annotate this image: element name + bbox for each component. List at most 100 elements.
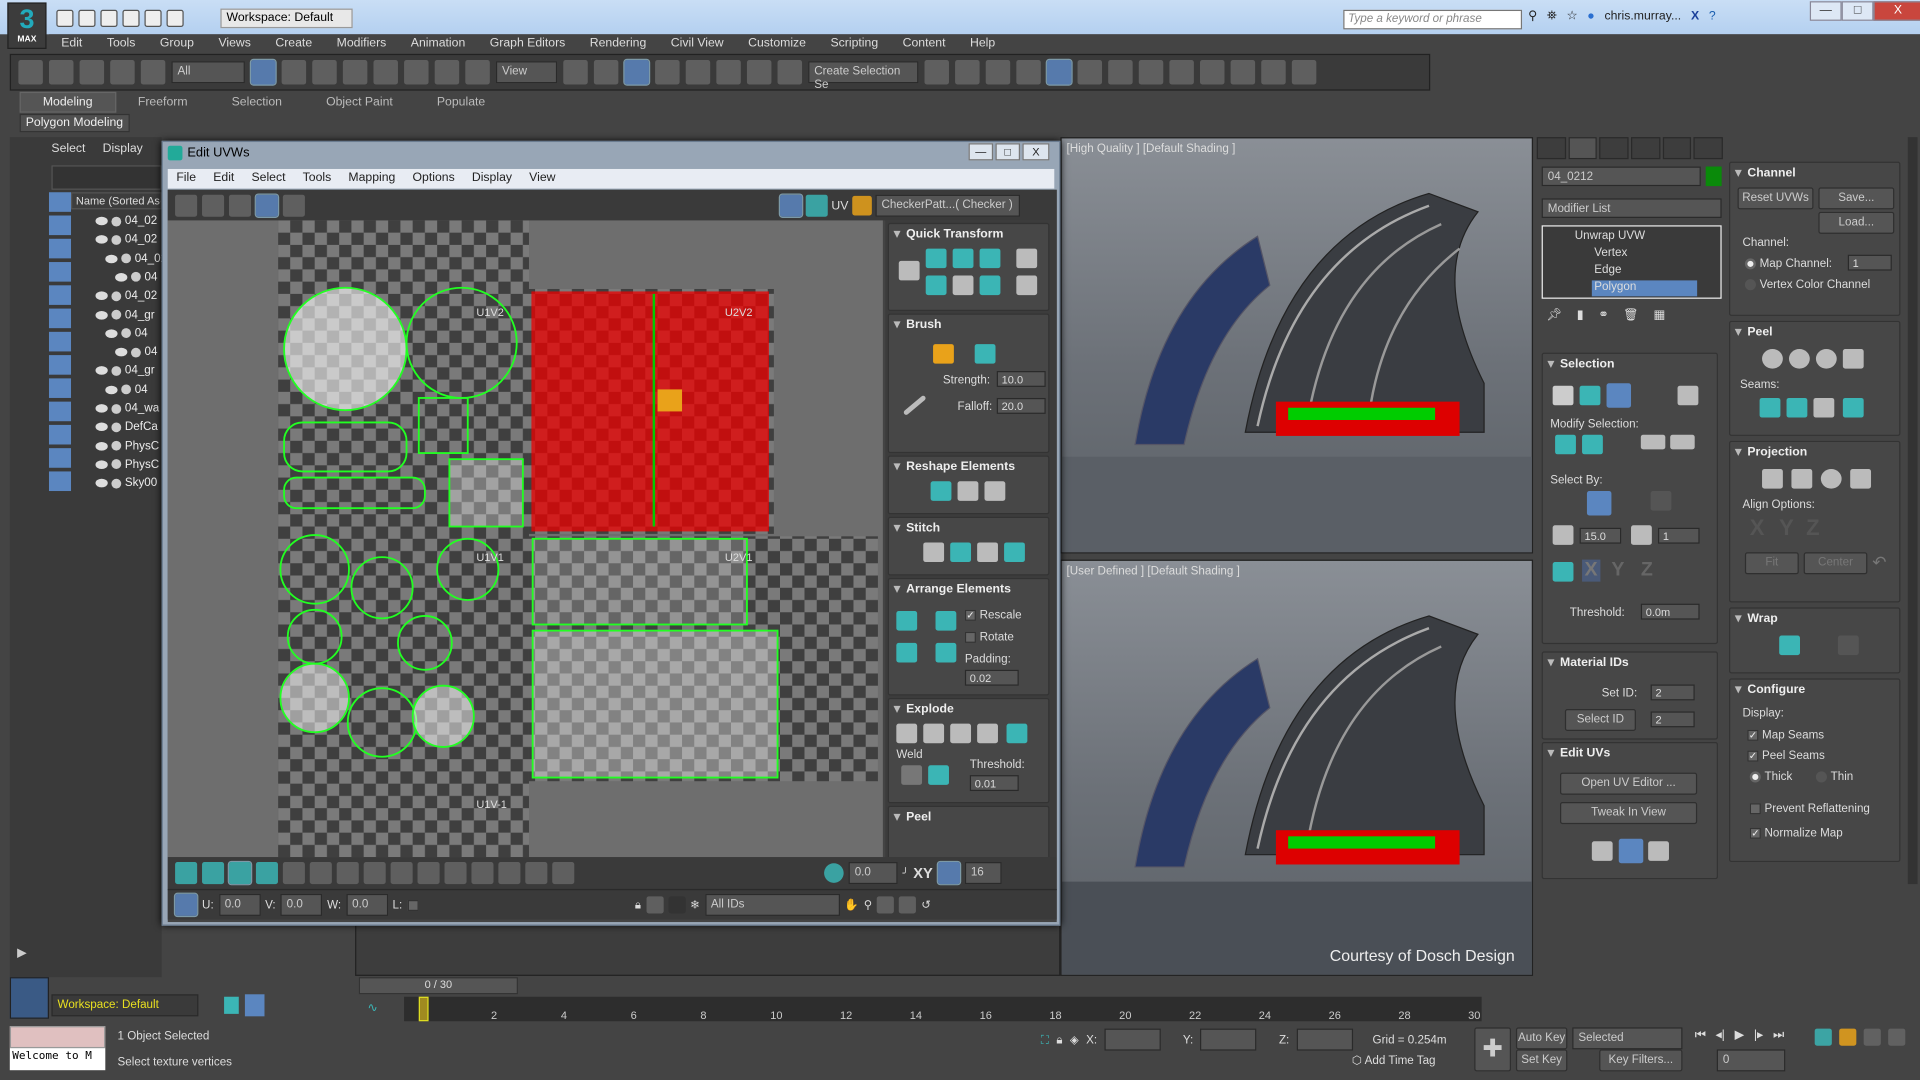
- command-panel-scrollbar[interactable]: [1907, 137, 1918, 885]
- orbit-icon[interactable]: [1863, 1028, 1881, 1046]
- tab-create-icon[interactable]: [1536, 137, 1566, 160]
- load-button[interactable]: Load...: [1818, 211, 1895, 234]
- select-by-name-icon[interactable]: [281, 60, 307, 85]
- ribbon-tab-object-paint[interactable]: Object Paint: [304, 93, 415, 111]
- zoom-all-icon[interactable]: [1839, 1028, 1857, 1046]
- count-spinner[interactable]: 1: [1657, 527, 1700, 544]
- thick-radio[interactable]: Thick: [1749, 770, 1792, 784]
- axis-x[interactable]: X: [1582, 559, 1601, 582]
- edit-seams-icon[interactable]: [1759, 397, 1781, 418]
- paint-grow-icon[interactable]: [525, 862, 548, 885]
- bind-space-warp-icon[interactable]: [140, 60, 166, 85]
- binoculars-icon[interactable]: ⚲: [1528, 10, 1537, 23]
- pack-normalize-icon[interactable]: [935, 611, 957, 631]
- rotate-checkbox[interactable]: Rotate: [964, 631, 1014, 644]
- rectangular-selection-icon[interactable]: [312, 60, 337, 85]
- rollout-header[interactable]: Brush: [889, 315, 1048, 336]
- visibility-eye-icon[interactable]: [115, 272, 128, 282]
- y-field[interactable]: [1200, 1028, 1257, 1051]
- layer-icon[interactable]: [224, 996, 239, 1014]
- maximize-button[interactable]: □: [1841, 1, 1874, 21]
- rollout-header[interactable]: Configure: [1730, 680, 1899, 701]
- open-file-icon[interactable]: [78, 9, 96, 27]
- rollout-header[interactable]: Peel: [1730, 322, 1899, 343]
- reset-peel-icon[interactable]: [1815, 348, 1837, 369]
- undo-icon[interactable]: [122, 9, 140, 27]
- rescale-checkbox[interactable]: ✓ Rescale: [964, 609, 1022, 622]
- select-element-icon[interactable]: [1677, 385, 1699, 406]
- menu-content[interactable]: Content: [890, 34, 957, 54]
- rollout-header[interactable]: Wrap: [1730, 609, 1899, 630]
- tweak-in-view-button[interactable]: Tweak In View: [1560, 802, 1698, 825]
- scene-item[interactable]: 04: [105, 382, 148, 398]
- grow-selection-icon[interactable]: [1555, 434, 1576, 455]
- pan-hand-icon[interactable]: ✋: [844, 898, 859, 911]
- curve-editor-icon[interactable]: ∿: [367, 1002, 377, 1015]
- maximize-button[interactable]: □: [995, 143, 1021, 161]
- rollout-header[interactable]: Material IDs: [1543, 653, 1717, 674]
- visibility-eye-icon[interactable]: [105, 329, 118, 338]
- pack-recursive-icon[interactable]: [935, 642, 957, 663]
- freeze-material-icon[interactable]: [668, 896, 686, 914]
- straighten-icon[interactable]: [930, 481, 952, 501]
- w-field[interactable]: 0.0: [345, 893, 388, 916]
- planar-projection-icon[interactable]: [1762, 468, 1783, 489]
- track-bar[interactable]: 2 4 6 8 10 12 14 16 18 20 22 24 26 28 30: [404, 996, 1482, 1022]
- filter-particles-icon[interactable]: [48, 424, 72, 445]
- tab-modify-icon[interactable]: [1568, 137, 1598, 160]
- scene-item[interactable]: 04: [115, 344, 157, 360]
- viewport-bottom[interactable]: [User Defined ] [Default Shading ] Court…: [1060, 559, 1534, 976]
- zoom-icon[interactable]: ⚲: [864, 898, 873, 911]
- absolute-mode-icon[interactable]: ◈: [1070, 1033, 1079, 1046]
- unlink-icon[interactable]: [110, 60, 135, 85]
- render-cloud-icon[interactable]: [1261, 60, 1286, 85]
- link-icon[interactable]: [79, 60, 105, 85]
- box-projection-icon[interactable]: [1850, 468, 1872, 489]
- loop-icon[interactable]: [1670, 434, 1695, 450]
- quick-peel-icon[interactable]: [1762, 348, 1783, 369]
- project-folder-icon[interactable]: [166, 9, 184, 27]
- planar-angle-icon[interactable]: [1552, 525, 1574, 545]
- favorites-star-icon[interactable]: ☆: [1567, 10, 1578, 23]
- map-channel-spinner[interactable]: 1: [1847, 254, 1892, 271]
- open-uv-editor-button[interactable]: Open UV Editor ...: [1560, 772, 1698, 795]
- edge-mode-icon[interactable]: [202, 862, 225, 885]
- minimize-button[interactable]: —: [968, 143, 994, 161]
- loop-grow-icon[interactable]: [363, 862, 386, 885]
- scene-explorer-toggle-icon[interactable]: [244, 994, 265, 1017]
- zoom-nav-icon[interactable]: [1814, 1028, 1832, 1046]
- filter-bones-icon[interactable]: [48, 378, 72, 398]
- key-mode-dropdown[interactable]: Selected: [1572, 1027, 1683, 1050]
- grid-snap-icon[interactable]: [936, 860, 962, 886]
- uv-menu-select[interactable]: Select: [243, 169, 294, 189]
- normalize-map-checkbox[interactable]: ✓ Normalize Map: [1749, 827, 1843, 840]
- menu-select[interactable]: Select: [51, 142, 85, 155]
- paint-shrink-icon[interactable]: [552, 862, 575, 885]
- uv-menu-view[interactable]: View: [521, 169, 564, 189]
- current-frame-marker[interactable]: [418, 996, 429, 1022]
- scene-item[interactable]: 04_02: [95, 288, 157, 304]
- filter-hidden-icon[interactable]: [48, 471, 72, 492]
- strength-spinner[interactable]: 10.0: [996, 371, 1046, 387]
- axis-z[interactable]: Z: [1641, 560, 1653, 582]
- rendered-frame-window-icon[interactable]: [1200, 60, 1225, 85]
- relax-settings-icon[interactable]: [984, 481, 1006, 501]
- show-end-result-icon[interactable]: ▮: [1577, 309, 1584, 322]
- subscription-icon[interactable]: ⛯: [1547, 10, 1557, 23]
- weld-threshold-spinner[interactable]: 0.01: [969, 775, 1019, 792]
- space-vertical-icon[interactable]: [1016, 275, 1038, 296]
- rollout-header[interactable]: Edit UVs: [1543, 743, 1717, 764]
- scene-explorer-icon[interactable]: [985, 60, 1011, 85]
- uv-canvas[interactable]: U1V2 U2V2 U1V1 U2V1 U1V-1: [167, 220, 883, 858]
- undo-icon[interactable]: [18, 60, 43, 85]
- uv-menu-display[interactable]: Display: [463, 169, 520, 189]
- menu-display[interactable]: Display: [103, 142, 143, 155]
- uv-menu-edit[interactable]: Edit: [205, 169, 243, 189]
- select-by-element-icon[interactable]: [1586, 491, 1612, 516]
- visibility-eye-icon[interactable]: [115, 347, 128, 357]
- relax-icon[interactable]: [957, 481, 979, 501]
- key-filters-button[interactable]: Key Filters...: [1599, 1049, 1683, 1072]
- uv-menu-options[interactable]: Options: [404, 169, 463, 189]
- maxscript-mini-listener[interactable]: Welcome to M: [9, 1048, 106, 1071]
- select-by-smgroup-icon[interactable]: [1631, 525, 1652, 545]
